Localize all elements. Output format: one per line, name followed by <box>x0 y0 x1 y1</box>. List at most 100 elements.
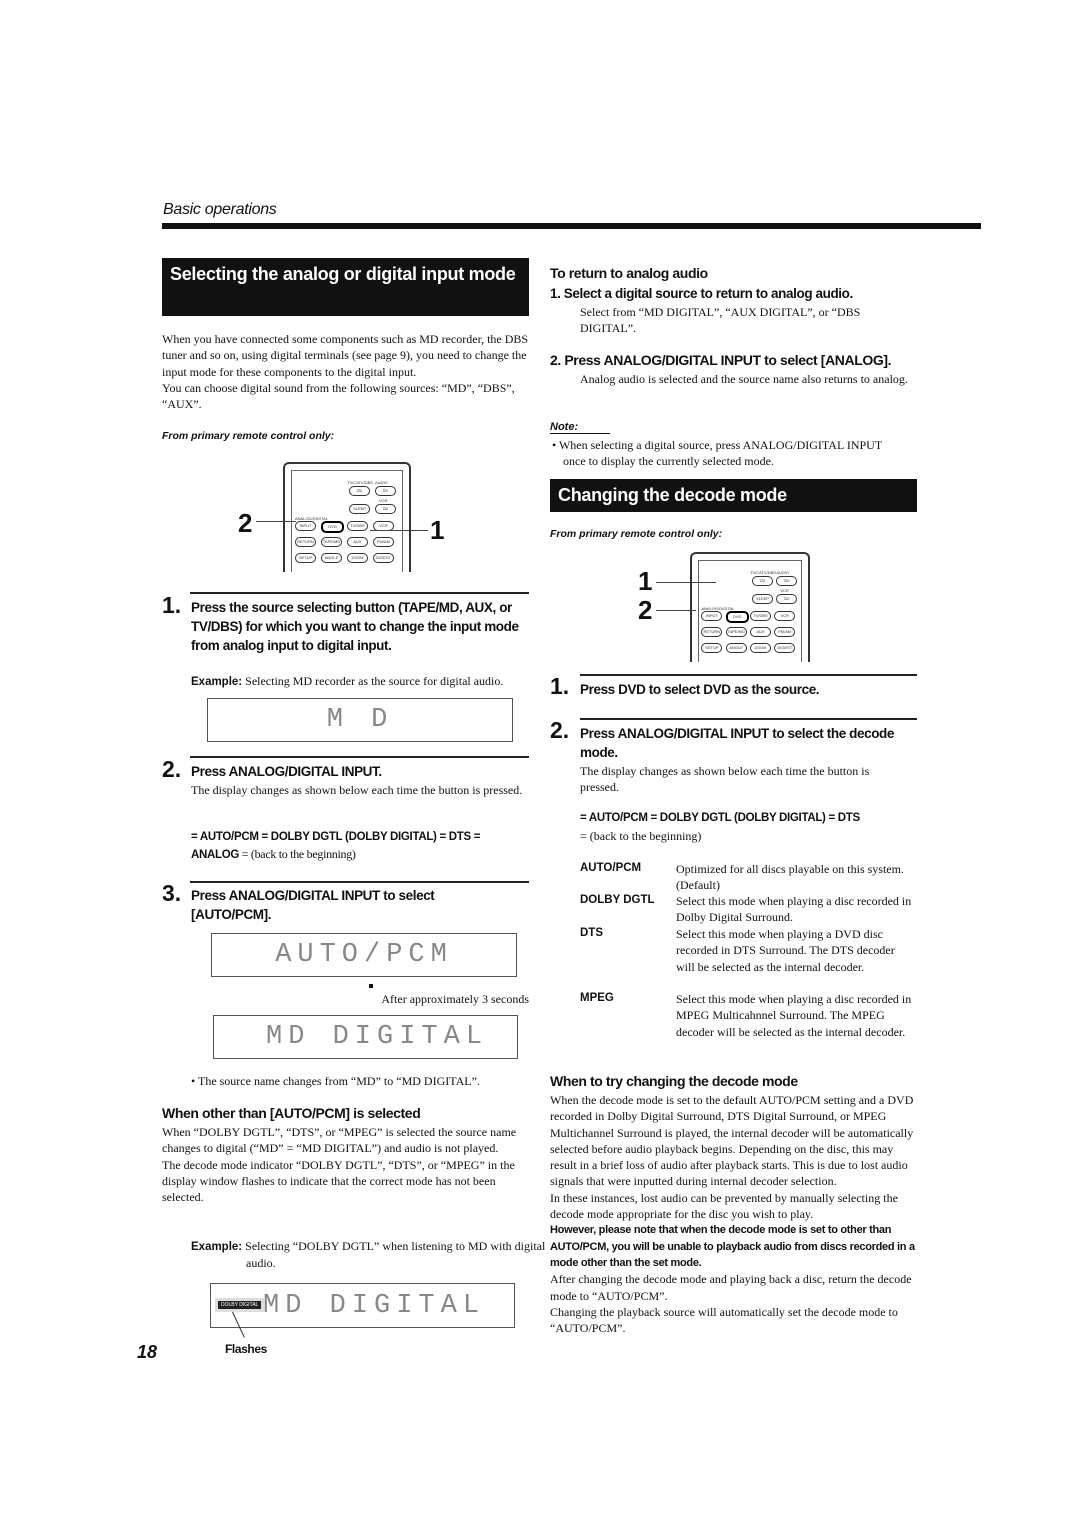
mode-sequence: = AUTO/PCM = DOLBY DGTL (DOLBY DIGITAL) … <box>580 812 860 824</box>
callout-number: 1 <box>638 566 653 596</box>
remote-label: TV/CATV/DBS <box>750 570 776 575</box>
step-desc: The display changes as shown below each … <box>191 783 523 797</box>
example: Example: Selecting “DOLBY DGTL” when lis… <box>191 1238 576 1272</box>
remote-button-digest: DIGEST <box>373 553 394 563</box>
display-window: AUTO/PCM <box>211 933 517 977</box>
arrow-icon <box>369 984 373 988</box>
step-text: Press ANALOG/DIGITAL INPUT to select the… <box>580 726 895 760</box>
remote-button-aux: AUX <box>347 537 368 547</box>
note-label: Note: <box>550 421 611 434</box>
callout-number: 1 <box>430 515 445 545</box>
remote-power-button: ⏻/I <box>375 504 396 514</box>
paragraph-text: The decode mode indicator “DOLBY DGTL”, … <box>162 1157 515 1205</box>
note: • When selecting a digital source, press… <box>552 438 882 469</box>
remote-button-dvd: DVD <box>321 521 344 533</box>
callout-line <box>656 582 716 583</box>
remote-button-return: RETURN <box>701 627 723 637</box>
remote-label: VCR <box>780 588 789 593</box>
remote-button-tapemd: TAPE/MD <box>725 627 747 637</box>
section-title: Changing the decode mode <box>550 479 917 512</box>
step-rule <box>190 881 529 883</box>
remote-label: VCR <box>379 498 388 503</box>
remote-button-digest: DIGEST <box>774 643 796 653</box>
step-text: 1. Select a digital source to return to … <box>550 286 853 301</box>
example-text: Selecting MD recorder as the source for … <box>245 674 504 688</box>
example-label: Example: <box>191 1241 243 1253</box>
header-bar <box>162 223 981 229</box>
remote-button-return: RETURN <box>295 537 316 547</box>
remote-button-input: INPUT <box>295 521 316 531</box>
paragraph-text: When “DOLBY DGTL”, “DTS”, or “MPEG” is s… <box>162 1125 517 1156</box>
remote-power-button: ⏻/I <box>752 576 773 586</box>
callout-line <box>656 610 696 611</box>
paragraph-text: When the decode mode is set to the defau… <box>550 1093 914 1189</box>
remote-power-button: ⏻/I <box>375 486 396 496</box>
remote-sleep-button: SLEEP <box>752 594 773 604</box>
remote-button-setup: SETUP <box>701 643 723 653</box>
remote-button-vcr: VCR <box>774 611 796 621</box>
remote-button-input: INPUT <box>701 611 723 621</box>
callout-number: 2 <box>638 595 653 625</box>
paragraph: When the decode mode is set to the defau… <box>550 1092 918 1336</box>
remote-button-setup: SETUP <box>295 553 316 563</box>
remote-power-button: ⏻/I <box>349 486 370 496</box>
subheading: To return to analog audio <box>550 265 708 281</box>
mode-term: DOLBY DGTL <box>580 894 655 906</box>
step-desc: Select from “MD DIGITAL”, “AUX DIGITAL”,… <box>580 305 861 336</box>
remote-button-zoom: ZOOM <box>347 553 368 563</box>
step-text: Press ANALOG/DIGITAL INPUT. <box>191 764 382 779</box>
mode-desc: Select this mode when playing a disc rec… <box>676 894 912 925</box>
bullet: • The source name changes from “MD” to “… <box>191 1074 480 1088</box>
flashes-label: Flashes <box>225 1342 267 1356</box>
mode-desc: Optimized for all discs playable on this… <box>676 862 904 893</box>
subheading: When other than [AUTO/PCM] is selected <box>162 1105 421 1121</box>
section-header: Basic operations <box>163 201 277 218</box>
callout-line <box>256 521 296 522</box>
decode-indicator-flashing: DOLBY DIGITAL <box>218 1301 262 1309</box>
mode-term: AUTO/PCM <box>580 862 642 874</box>
remote-button-dvd: DVD <box>725 611 749 623</box>
remote-label: AUDIO <box>776 570 789 575</box>
remote-note: From primary remote control only: <box>550 528 723 540</box>
remote-button-angle: ANGLE <box>725 643 747 653</box>
remote-label: AUDIO <box>375 480 388 485</box>
step-rule <box>580 718 917 720</box>
step-number: 2. <box>550 717 570 743</box>
bullet-text: The source name changes from “MD” to “MD… <box>197 1074 480 1088</box>
intro-paragraph: When you have connected some components … <box>162 332 529 379</box>
section-title: Selecting the analog or digital input mo… <box>162 258 529 316</box>
step-text: Press DVD to select DVD as the source. <box>580 682 820 697</box>
callout-line <box>370 530 428 531</box>
remote-button-fmam: FM/AM <box>373 537 394 547</box>
remote-button-tvdbs: TV/DBS <box>750 611 771 621</box>
mode-term: MPEG <box>580 992 614 1004</box>
remote-sleep-button: SLEEP <box>349 504 370 514</box>
step-text: Press ANALOG/DIGITAL INPUT to select [AU… <box>191 888 435 922</box>
step-text: 2. Press ANALOG/DIGITAL INPUT to select … <box>550 352 892 368</box>
mode-desc: Select this mode when playing a disc rec… <box>676 992 912 1039</box>
callout-number: 2 <box>238 508 253 538</box>
mode-desc: Select this mode when playing a DVD disc… <box>676 927 895 974</box>
step-number: 2. <box>162 756 182 782</box>
step-desc: Analog audio is selected and the source … <box>580 372 908 386</box>
after-note: After approximately 3 seconds <box>381 992 529 1006</box>
remote-button-zoom: ZOOM <box>750 643 771 653</box>
step-number: 3. <box>162 880 182 906</box>
remote-note: From primary remote control only: <box>162 430 335 442</box>
mode-sequence-2: = (back to the beginning) <box>580 829 702 843</box>
intro: When you have connected some components … <box>162 331 530 412</box>
remote-button-tapemd: TAPE/MD <box>321 537 342 547</box>
page-number: 18 <box>137 1342 158 1362</box>
subheading: When to try changing the decode mode <box>550 1073 798 1089</box>
paragraph-text: After changing the decode mode and playi… <box>550 1272 912 1303</box>
example: Example: Selecting MD recorder as the so… <box>191 673 531 690</box>
example-label: Example: <box>191 676 243 688</box>
paragraph: When “DOLBY DGTL”, “DTS”, or “MPEG” is s… <box>162 1124 529 1205</box>
intro-paragraph: You can choose digital sound from the fo… <box>162 380 515 412</box>
paragraph-text: Changing the playback source will automa… <box>550 1304 898 1336</box>
paragraph-text: In these instances, lost audio can be pr… <box>550 1190 898 1222</box>
display-window: MD DIGITAL <box>213 1015 518 1059</box>
step-rule <box>190 756 529 758</box>
step-number: 1. <box>162 592 182 618</box>
remote-power-button: ⏻/I <box>776 594 798 604</box>
